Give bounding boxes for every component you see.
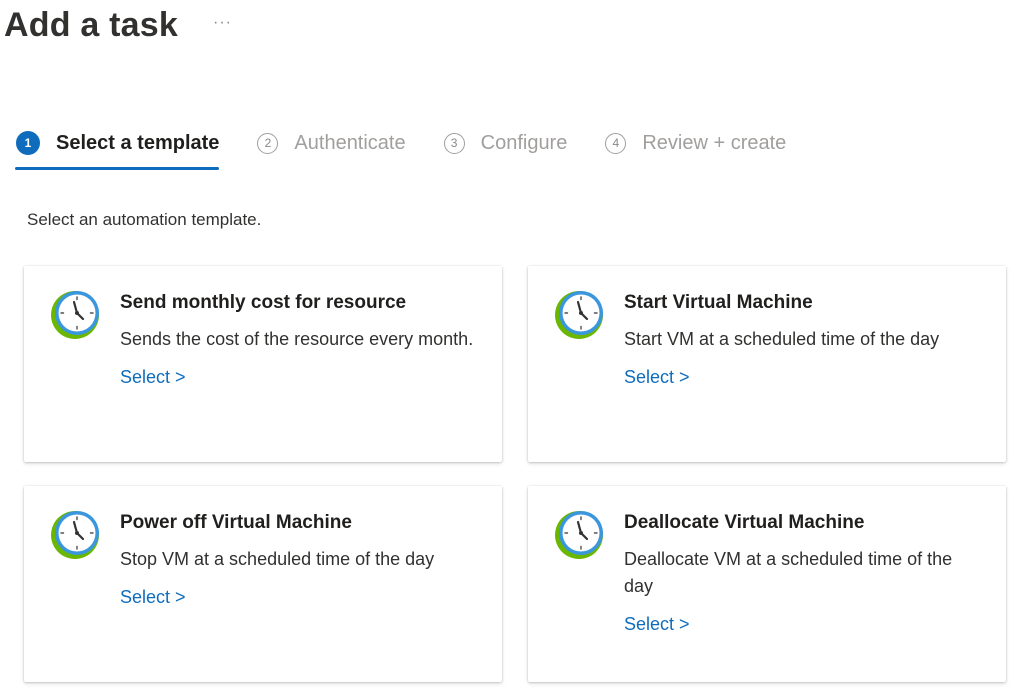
card-title: Start Virtual Machine	[624, 292, 813, 313]
step-number-badge: 1	[16, 131, 40, 155]
card-description: Deallocate VM at a scheduled time of the…	[624, 549, 953, 596]
card-content: Send monthly cost for resource Sends the…	[120, 290, 478, 388]
step-label: Authenticate	[294, 131, 406, 154]
template-card-power-off-vm[interactable]: Power off Virtual Machine Stop VM at a s…	[24, 486, 502, 682]
more-options-button[interactable]: ···	[213, 14, 232, 32]
card-description: Start VM at a scheduled time of the day	[624, 329, 940, 349]
wizard-steps: 1 Select a template 2 Authenticate 3 Con…	[14, 124, 824, 172]
card-title: Send monthly cost for resource	[120, 292, 407, 313]
template-card-deallocate-vm[interactable]: Deallocate Virtual Machine Deallocate VM…	[528, 486, 1006, 682]
select-link[interactable]: Select >	[120, 587, 186, 608]
step-number-badge: 2	[257, 132, 279, 154]
clock-icon	[555, 291, 603, 339]
page-title: Add a task	[4, 6, 178, 44]
clock-icon	[51, 511, 99, 559]
card-content: Power off Virtual Machine Stop VM at a s…	[120, 510, 478, 608]
card-title: Power off Virtual Machine	[120, 512, 352, 533]
card-description: Stop VM at a scheduled time of the day	[120, 549, 435, 569]
step-select-template[interactable]: 1 Select a template	[14, 124, 220, 170]
step-review-create[interactable]: 4 Review + create	[605, 124, 786, 162]
card-content: Start Virtual Machine Start VM at a sche…	[624, 290, 982, 388]
step-label: Select a template	[56, 131, 220, 154]
step-configure[interactable]: 3 Configure	[443, 124, 568, 162]
card-title: Deallocate Virtual Machine	[624, 512, 865, 533]
step-number-badge: 4	[605, 132, 627, 154]
step-authenticate[interactable]: 2 Authenticate	[257, 124, 406, 162]
step-label: Configure	[480, 131, 568, 154]
step-number-badge: 3	[443, 132, 465, 154]
clock-icon	[555, 511, 603, 559]
add-task-page: Add a task ··· 1 Select a template 2 Aut…	[0, 0, 1024, 691]
template-card-start-vm[interactable]: Start Virtual Machine Start VM at a sche…	[528, 266, 1006, 462]
select-link[interactable]: Select >	[624, 367, 690, 388]
template-card-monthly-cost[interactable]: Send monthly cost for resource Sends the…	[24, 266, 502, 462]
step-label: Review + create	[642, 131, 787, 154]
select-link[interactable]: Select >	[120, 367, 186, 388]
intro-text: Select an automation template.	[27, 210, 262, 229]
card-content: Deallocate Virtual Machine Deallocate VM…	[624, 510, 982, 635]
select-link[interactable]: Select >	[624, 614, 690, 635]
card-description: Sends the cost of the resource every mon…	[120, 329, 474, 349]
clock-icon	[51, 291, 99, 339]
